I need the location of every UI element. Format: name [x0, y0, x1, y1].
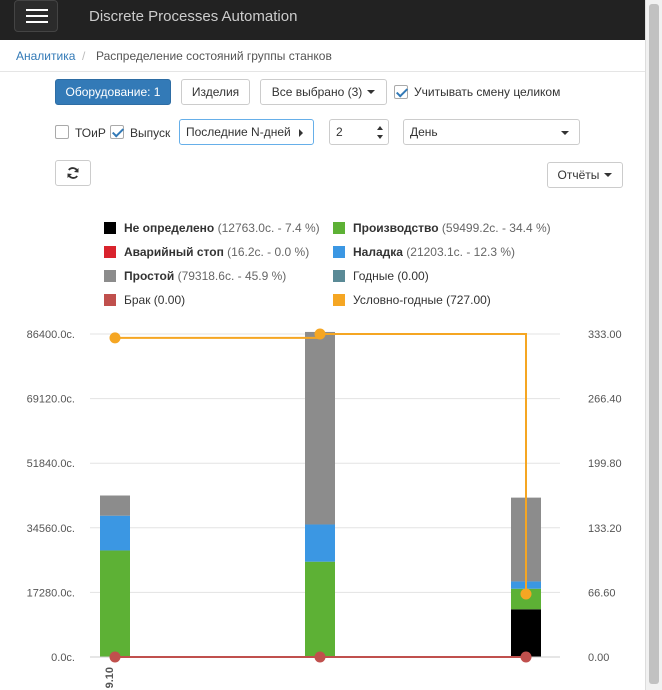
granularity-select[interactable]: День: [403, 119, 580, 145]
y-right-tick-label: 66.60: [588, 587, 616, 599]
breadcrumb: Аналитика / Распределение состояний груп…: [0, 40, 645, 72]
legend-swatch: [104, 222, 116, 234]
x-tick-label: 9.10: [104, 667, 116, 688]
hamburger-menu-icon[interactable]: [14, 0, 58, 32]
series-point: [314, 328, 326, 340]
breadcrumb-analytics-link[interactable]: Аналитика: [16, 49, 75, 63]
refresh-icon: [67, 167, 79, 179]
y-left-tick-label: 69120.0с.: [27, 394, 75, 406]
series-point: [314, 651, 326, 663]
app-title: Discrete Processes Automation: [89, 8, 298, 25]
legend-swatch: [333, 246, 345, 258]
bar-segment: [511, 609, 541, 657]
legend-label: Аварийный стоп (16.2с. - 0.0 %): [124, 245, 310, 259]
legend-label: Условно-годные (727.00): [353, 293, 491, 307]
caret-right-icon: [299, 129, 303, 137]
vertical-scrollbar[interactable]: [645, 0, 662, 690]
products-button[interactable]: Изделия: [181, 79, 250, 105]
whole-shift-label: Учитывать смену целиком: [414, 85, 561, 99]
top-navbar: Discrete Processes Automation: [0, 0, 645, 40]
breadcrumb-separator: /: [82, 49, 86, 63]
caret-down-icon: [367, 90, 376, 94]
n-days-input[interactable]: 2: [329, 119, 389, 145]
legend-swatch: [104, 246, 116, 258]
scrollbar-thumb[interactable]: [649, 4, 659, 684]
spin-down-icon[interactable]: [377, 135, 383, 139]
period-select[interactable]: Последние N-дней: [179, 119, 314, 145]
y-left-tick-label: 17280.0с.: [27, 587, 75, 599]
granularity-select-value: День: [410, 125, 438, 139]
y-right-tick-label: 133.20: [588, 523, 622, 535]
all-selected-label: Все выбрано (3): [271, 85, 363, 99]
y-left-tick-label: 34560.0с.: [27, 523, 75, 535]
whole-shift-checkbox[interactable]: [394, 85, 408, 99]
legend-swatch: [333, 294, 345, 306]
y-left-tick-label: 51840.0с.: [27, 458, 75, 470]
legend-label: Годные (0.00): [353, 269, 429, 283]
bar-segment: [100, 495, 130, 516]
y-left-tick-label: 86400.0с.: [27, 329, 75, 341]
legend-swatch: [104, 270, 116, 282]
state-distribution-chart: 0.0с. 17280.0с. 34560.0с. 51840.0с. 69120.0с…: [27, 328, 622, 688]
legend-swatch: [104, 294, 116, 306]
toir-checkbox[interactable]: [55, 125, 69, 139]
legend-label: Простой (79318.6с. - 45.9 %): [124, 269, 287, 283]
y-right-tick-label: 333.00: [588, 329, 622, 341]
all-selected-dropdown[interactable]: Все выбрано (3): [260, 79, 387, 105]
caret-down-icon: [604, 173, 613, 177]
bar-segment: [100, 550, 130, 657]
series-point: [109, 651, 121, 663]
bar-segment: [100, 515, 130, 551]
breadcrumb-current: Распределение состояний группы станков: [96, 49, 332, 63]
reports-label: Отчёты: [557, 168, 600, 182]
equipment-button[interactable]: Оборудование: 1: [55, 79, 171, 105]
bar-segment: [305, 561, 335, 657]
y-right-tick-label: 199.80: [588, 458, 622, 470]
legend-label: Не определено (12763.0с. - 7.4 %): [124, 221, 320, 235]
refresh-button[interactable]: [55, 160, 91, 186]
bar-segment: [305, 524, 335, 562]
y-right-tick-label: 266.40: [588, 394, 622, 406]
output-label: Выпуск: [130, 126, 171, 140]
spin-up-icon[interactable]: [377, 126, 383, 130]
reports-dropdown[interactable]: Отчёты: [547, 162, 623, 188]
n-days-value: 2: [336, 125, 343, 139]
series-point: [520, 588, 532, 600]
period-select-value: Последние N-дней: [186, 125, 291, 139]
legend-label: Брак (0.00): [124, 293, 186, 307]
y-right-tick-label: 0.00: [588, 652, 609, 664]
bar-segment: [305, 331, 335, 525]
y-left-tick-label: 0.0с.: [51, 652, 75, 664]
output-checkbox[interactable]: [110, 125, 124, 139]
legend-label: Наладка (21203.1с. - 12.3 %): [353, 245, 515, 259]
series-point: [109, 332, 121, 344]
legend-label: Производство (59499.2с. - 34.4 %): [353, 221, 551, 235]
legend-swatch: [333, 270, 345, 282]
toir-label: ТОиР: [75, 126, 106, 140]
chevron-down-icon: [561, 131, 569, 135]
legend-swatch: [333, 222, 345, 234]
series-point: [520, 651, 532, 663]
